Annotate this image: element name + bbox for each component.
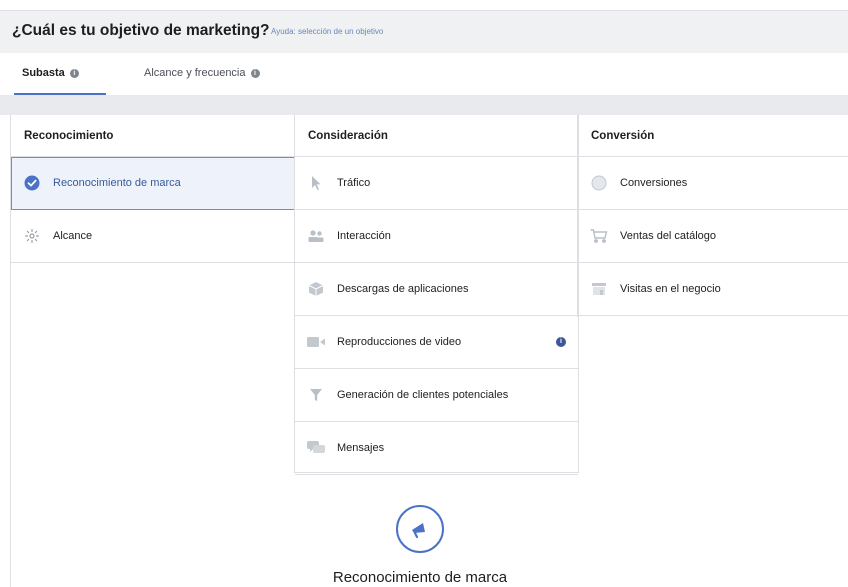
reach-icon <box>23 227 41 245</box>
objective-label: Reconocimiento de marca <box>53 177 181 189</box>
objective-label: Reproducciones de video <box>337 336 462 348</box>
store-icon <box>590 280 608 298</box>
tab-label: Alcance y frecuencia <box>144 67 246 79</box>
page-title: ¿Cuál es tu objetivo de marketing? <box>12 22 270 39</box>
tab-alcance-frecuencia[interactable]: Alcance y frecuencia i <box>144 67 260 79</box>
megaphone-icon <box>396 505 444 553</box>
objective-label: Interacción <box>337 230 391 242</box>
column-title: Conversión <box>578 115 848 157</box>
video-icon <box>307 333 325 351</box>
objective-mensajes[interactable]: Mensajes <box>295 422 578 475</box>
tab-subasta[interactable]: Subasta i <box>22 67 79 79</box>
cart-icon <box>590 227 608 245</box>
column-title: Consideración <box>295 115 578 157</box>
objective-label: Descargas de aplicaciones <box>337 283 469 295</box>
info-icon[interactable]: i <box>69 68 79 78</box>
objective-visitas-en-el-negocio[interactable]: Visitas en el negocio <box>578 263 848 316</box>
objective-trafico[interactable]: Tráfico <box>295 157 578 210</box>
objective-alcance[interactable]: Alcance <box>11 210 295 263</box>
column-title: Reconocimiento <box>11 115 295 157</box>
objective-label: Alcance <box>53 230 93 242</box>
app-box-icon <box>307 280 325 298</box>
globe-icon <box>590 174 608 192</box>
people-icon <box>307 227 325 245</box>
check-circle-icon <box>23 174 41 192</box>
objective-label: Mensajes <box>337 442 385 454</box>
objective-label: Tráfico <box>337 177 371 189</box>
objective-interaccion[interactable]: Interacción <box>295 210 578 263</box>
chat-icon <box>307 439 325 457</box>
objective-conversiones[interactable]: Conversiones <box>578 157 848 210</box>
objective-label: Conversiones <box>620 177 688 189</box>
column-conversion: Conversión Conversiones Ventas del catál… <box>577 115 848 317</box>
tab-label: Subasta <box>22 67 65 79</box>
objective-header: ¿Cuál es tu objetivo de marketing? Ayuda… <box>0 10 848 54</box>
objective-descargas-de-aplicaciones[interactable]: Descargas de aplicaciones <box>295 263 578 316</box>
objective-reconocimiento-de-marca[interactable]: Reconocimiento de marca <box>11 157 295 210</box>
summary-title: Reconocimiento de marca <box>332 569 508 586</box>
objective-reproducciones-de-video[interactable]: Reproducciones de video i <box>295 316 578 369</box>
objective-label: Visitas en el negocio <box>620 283 721 295</box>
info-icon[interactable]: i <box>250 68 260 78</box>
section-divider <box>0 95 848 115</box>
help-link[interactable]: Ayuda: selección de un objetivo <box>271 27 383 36</box>
cursor-icon <box>307 174 325 192</box>
info-icon[interactable]: i <box>556 337 566 347</box>
selected-objective-summary: Reconocimiento de marca <box>300 505 540 586</box>
objective-generacion-de-clientes-potenciales[interactable]: Generación de clientes potenciales <box>295 369 578 422</box>
objective-label: Ventas del catálogo <box>620 230 717 242</box>
top-strip <box>0 0 848 10</box>
column-reconocimiento: Reconocimiento Reconocimiento de marca A… <box>10 115 295 587</box>
column-consideracion: Consideración Tráfico Interacción Descar… <box>294 115 579 475</box>
objective-ventas-del-catalogo[interactable]: Ventas del catálogo <box>578 210 848 263</box>
buying-type-tabs: Subasta i Alcance y frecuencia i <box>0 53 848 95</box>
funnel-icon <box>307 386 325 404</box>
objective-label: Generación de clientes potenciales <box>337 389 509 401</box>
